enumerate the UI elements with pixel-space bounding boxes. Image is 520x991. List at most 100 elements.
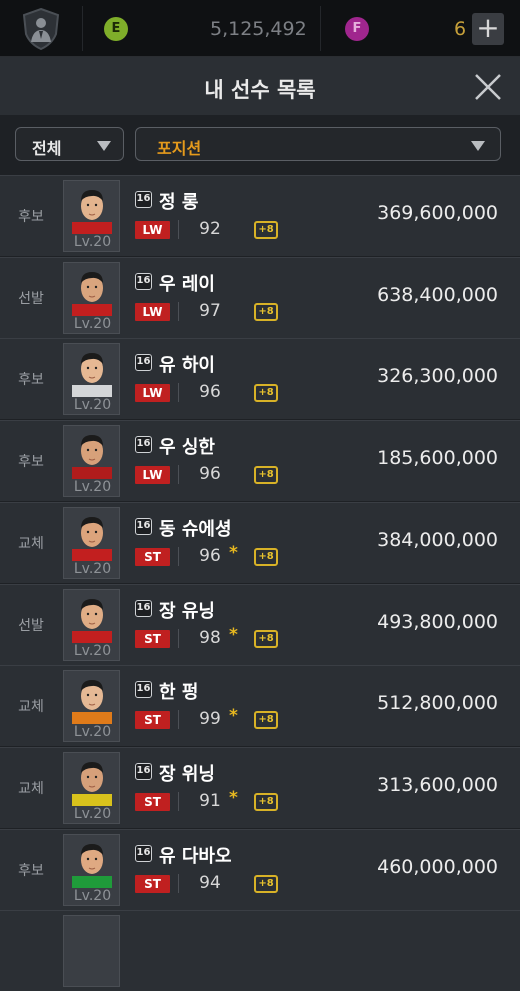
squad-status: 후보 [18, 209, 44, 225]
player-portrait [72, 353, 112, 398]
player-level: Lv.20 [73, 724, 112, 741]
season-badge: 16 [135, 272, 152, 290]
overall-rating: 98 [199, 627, 221, 648]
player-card: Lv.20 [63, 261, 120, 334]
overall-rating: 96 [199, 545, 221, 566]
squad-status: 교체 [18, 780, 44, 797]
enhance-badge: +8 [254, 221, 278, 239]
enhance-badge: +8 [254, 466, 278, 485]
season-badge: 16 [135, 191, 152, 208]
player-card: Lv.20 [63, 751, 120, 824]
overall-rating: 96 [199, 464, 221, 485]
squad-status: 선발 [18, 290, 44, 307]
player-card: Lv.20 [63, 180, 120, 252]
player-card: Lv.20 [63, 343, 120, 416]
position-filter-label: 포지션 [157, 139, 202, 158]
position-badge: ST [135, 547, 170, 566]
e-currency-value: 5,125,492 [210, 17, 307, 40]
player-level: Lv.20 [73, 315, 112, 332]
overall-rating: 92 [199, 219, 221, 239]
star-icon: * [229, 624, 238, 645]
player-card: Lv.20 [63, 425, 120, 498]
player-level: Lv.20 [73, 397, 112, 414]
player-price: 313,600,000 [377, 773, 498, 796]
player-row-partial[interactable] [0, 910, 520, 991]
position-badge: LW [135, 302, 170, 321]
squad-status: 교체 [18, 535, 44, 552]
close-icon[interactable] [472, 71, 504, 103]
player-price: 493,800,000 [377, 610, 498, 633]
player-row[interactable]: 후보 Lv.20 16 유 하이 LW 96 +8 326,300,000 [0, 338, 520, 420]
player-portrait [72, 190, 112, 234]
enhance-badge: +8 [254, 547, 278, 566]
overall-rating: 94 [199, 872, 221, 893]
player-row[interactable]: 선발 Lv.20 16 장 유닝 ST 98 * +8 493,800,000 [0, 583, 520, 665]
player-row[interactable]: 교체 Lv.20 16 한 펑 ST 99 * +8 512,800,000 [0, 665, 520, 747]
position-badge: ST [135, 874, 170, 893]
position-badge: LW [135, 221, 170, 239]
overall-rating: 97 [199, 300, 221, 321]
player-card: Lv.20 [63, 670, 120, 743]
enhance-badge: +8 [254, 874, 278, 893]
chevron-down-icon [97, 141, 111, 151]
season-badge: 16 [135, 517, 152, 535]
season-badge: 16 [135, 354, 152, 372]
player-row[interactable]: 교체 Lv.20 16 장 위닝 ST 91 * +8 313,600,000 [0, 746, 520, 828]
chevron-down-icon [471, 141, 485, 151]
player-name: 정 롱 [159, 192, 199, 213]
squad-status: 선발 [18, 617, 44, 634]
position-badge: LW [135, 384, 170, 403]
player-portrait [72, 680, 112, 725]
f-currency-value: 6 [454, 17, 467, 40]
player-name: 우 레이 [159, 273, 215, 295]
enhance-badge: +8 [254, 384, 278, 403]
season-badge: 16 [135, 599, 152, 617]
position-badge: ST [135, 792, 170, 811]
overall-rating: 99 [199, 709, 221, 730]
player-card: Lv.20 [63, 588, 120, 661]
squad-status: 교체 [18, 699, 44, 716]
all-filter-dropdown[interactable]: 전체 [15, 127, 124, 161]
season-badge: 16 [135, 436, 152, 454]
position-filter-dropdown[interactable]: 포지션 [135, 127, 501, 161]
player-row[interactable]: 선발 Lv.20 16 우 레이 LW 97 +8 638,400,000 [0, 256, 520, 338]
player-level: Lv.20 [73, 479, 112, 496]
player-name: 장 유닝 [159, 600, 215, 622]
overall-rating: 96 [199, 382, 221, 403]
player-name: 유 다바오 [159, 845, 232, 867]
overall-rating: 91 [199, 790, 221, 811]
star-icon: * [229, 787, 238, 808]
add-currency-button[interactable]: + [472, 12, 504, 45]
club-emblem-icon[interactable] [22, 8, 60, 50]
f-currency-icon: F [345, 16, 369, 41]
player-portrait [72, 843, 112, 888]
all-filter-label: 전체 [32, 139, 62, 158]
star-icon: * [229, 706, 238, 727]
player-name: 유 하이 [159, 355, 215, 377]
player-portrait [72, 516, 112, 561]
star-icon: * [229, 542, 238, 563]
player-row[interactable]: 후보 Lv.20 16 유 다바오 ST 94 +8 460,000,000 [0, 828, 520, 910]
player-level: Lv.20 [73, 805, 112, 822]
squad-status: 후보 [18, 862, 44, 879]
page-header: 내 선수 목록 [0, 57, 520, 115]
squad-status: 후보 [18, 454, 44, 471]
player-row[interactable]: 후보 Lv.20 16 정 롱 LW 92 +8 369,600,000 [0, 175, 520, 256]
e-currency-icon: E [104, 16, 128, 41]
player-portrait [72, 435, 112, 480]
position-badge: LW [135, 466, 170, 485]
filter-bar: 전체 포지션 [0, 115, 520, 175]
player-price: 638,400,000 [377, 283, 498, 306]
player-portrait [72, 761, 112, 806]
player-row[interactable]: 교체 Lv.20 16 동 슈에셩 ST 96 * +8 384,000,000 [0, 501, 520, 583]
player-row[interactable]: 후보 Lv.20 16 우 싱한 LW 96 +8 185,600,000 [0, 420, 520, 502]
player-portrait [72, 598, 112, 643]
player-price: 326,300,000 [377, 365, 498, 388]
season-badge: 16 [135, 681, 152, 699]
squad-status: 후보 [18, 372, 44, 389]
player-price: 185,600,000 [377, 447, 498, 470]
player-name: 우 싱한 [159, 437, 215, 459]
player-level: Lv.20 [73, 560, 112, 577]
player-level: Lv.20 [73, 642, 112, 659]
player-price: 512,800,000 [377, 692, 498, 715]
